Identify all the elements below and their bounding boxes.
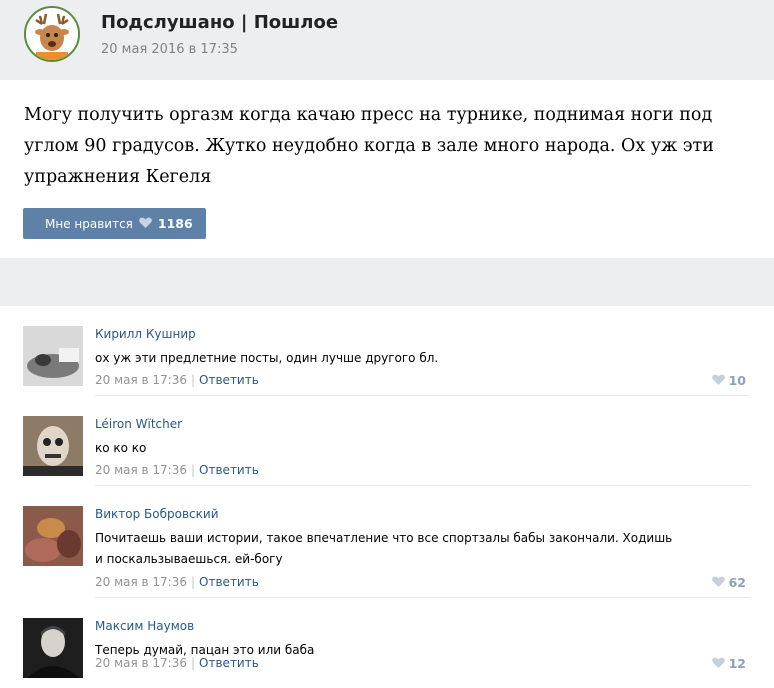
like-button[interactable]: Мне нравится 1186 bbox=[23, 208, 206, 239]
reply-link[interactable]: Ответить bbox=[199, 656, 259, 670]
like-count: 1186 bbox=[157, 216, 193, 231]
comment-author[interactable]: Максим Наумов bbox=[95, 619, 194, 633]
comment-avatar[interactable] bbox=[23, 618, 83, 678]
heart-icon bbox=[139, 217, 152, 231]
reply-link[interactable]: Ответить bbox=[199, 575, 259, 589]
comment-like-count: 10 bbox=[728, 373, 746, 388]
comment-like-button[interactable]: 12 bbox=[711, 656, 746, 671]
meta-separator: | bbox=[191, 373, 196, 387]
deer-icon bbox=[26, 8, 78, 60]
comment-meta: 20 мая в 17:36 | Ответить bbox=[95, 656, 259, 670]
meta-separator: | bbox=[191, 463, 196, 477]
comment-item: Максим Наумов Теперь думай, пацан это ил… bbox=[0, 598, 774, 688]
heart-icon bbox=[711, 575, 725, 590]
heart-icon bbox=[711, 656, 725, 671]
comment-like-count: 12 bbox=[728, 656, 746, 671]
comment-like-button[interactable]: 62 bbox=[711, 575, 746, 590]
comment-text: Почитаешь ваши истории, такое впечатлени… bbox=[95, 531, 673, 566]
comment-date[interactable]: 20 мая в 17:36 bbox=[95, 463, 187, 477]
comment-author[interactable]: Виктор Бобровский bbox=[95, 507, 219, 521]
comments-list: Кирилл Кушнир ох уж эти предлетние посты… bbox=[0, 306, 774, 688]
comment-date[interactable]: 20 мая в 17:36 bbox=[95, 373, 187, 387]
comment-meta: 20 мая в 17:36 | Ответить bbox=[95, 373, 259, 387]
comment-avatar[interactable] bbox=[23, 416, 83, 476]
comment-item: Виктор Бобровский Почитаешь ваши истории… bbox=[0, 486, 774, 598]
like-label: Мне нравится bbox=[45, 216, 133, 231]
post-text: Могу получить оргазм когда качаю пресс н… bbox=[24, 105, 714, 187]
comment-like-count: 62 bbox=[728, 575, 746, 590]
meta-separator: | bbox=[191, 575, 196, 589]
comment-date[interactable]: 20 мая в 17:36 bbox=[95, 656, 187, 670]
comment-avatar[interactable] bbox=[23, 506, 83, 566]
comment-meta: 20 мая в 17:36 | Ответить bbox=[95, 463, 259, 477]
comment-date[interactable]: 20 мая в 17:36 bbox=[95, 575, 187, 589]
comment-author[interactable]: Léiron Wïtcher bbox=[95, 417, 182, 431]
comment-text: ох уж эти предлетние посты, один лучше д… bbox=[95, 351, 439, 365]
section-divider bbox=[0, 258, 774, 306]
comment-like-button[interactable]: 10 bbox=[711, 373, 746, 388]
comment-text: ко ко ко bbox=[95, 441, 147, 455]
comment-item: Кирилл Кушнир ох уж эти предлетние посты… bbox=[0, 306, 774, 396]
reply-link[interactable]: Ответить bbox=[199, 373, 259, 387]
meta-separator: | bbox=[191, 656, 196, 670]
comment-meta: 20 мая в 17:36 | Ответить bbox=[95, 575, 259, 589]
comment-author[interactable]: Кирилл Кушнир bbox=[95, 327, 196, 341]
group-name[interactable]: Подслушано | Пошлое bbox=[101, 12, 338, 33]
comment-item: Léiron Wïtcher ко ко ко 20 мая в 17:36 | О… bbox=[0, 396, 774, 486]
group-avatar[interactable] bbox=[24, 6, 80, 62]
post-header: Подслушано | Пошлое 20 мая 2016 в 17:35 bbox=[0, 0, 774, 80]
reply-link[interactable]: Ответить bbox=[199, 463, 259, 477]
comment-avatar[interactable] bbox=[23, 326, 83, 386]
post-date[interactable]: 20 мая 2016 в 17:35 bbox=[101, 42, 238, 57]
heart-icon bbox=[711, 373, 725, 388]
